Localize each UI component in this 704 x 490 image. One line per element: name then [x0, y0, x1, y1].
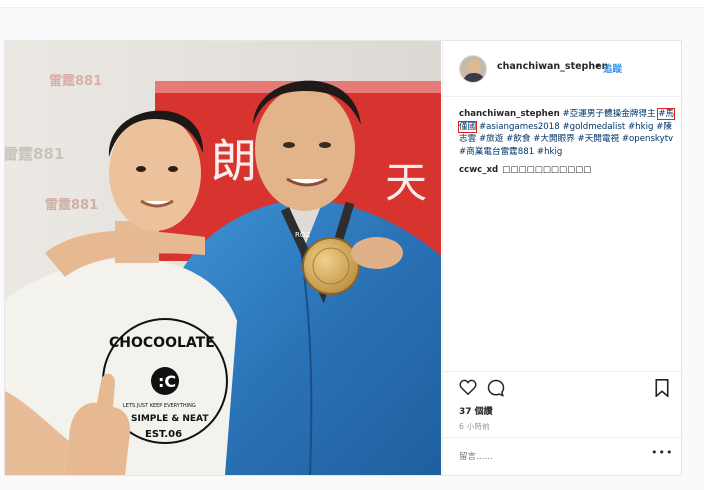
follow-button[interactable]: 追蹤	[603, 61, 622, 75]
more-options-icon[interactable]: •••	[651, 446, 673, 459]
bookmark-icon[interactable]	[655, 379, 669, 401]
gold-medal	[302, 237, 360, 295]
hashtag-link[interactable]: #openskytv	[622, 134, 673, 144]
lanyard-print: ROZ	[295, 231, 310, 239]
shirt-line-3: EST.06	[145, 429, 182, 440]
actions-divider	[443, 371, 683, 372]
comment-author[interactable]: ccwc_xd	[459, 165, 498, 175]
hashtag-link[interactable]: #飲食	[506, 134, 530, 144]
shirt-brand: CHOCOOLATE	[109, 335, 215, 351]
hashtag-link[interactable]: #商業電台雷霆881	[459, 147, 534, 157]
post-timestamp[interactable]: 6 小時前	[459, 421, 490, 432]
heart-icon[interactable]	[459, 379, 477, 399]
shirt-line-1: LETS JUST KEEP EVERYTHING	[123, 403, 196, 409]
hashtag-link[interactable]: #asiangames2018	[479, 122, 560, 132]
instagram-post-page: 雷霆881 雷霆881 雷霆881 朗 天 ROZ:C CHOCOOLATE …	[0, 0, 704, 490]
backdrop-logo-3: 雷霆881	[45, 197, 98, 213]
avatar-body	[463, 73, 485, 82]
post-header: chanchiwan_stephen • 追蹤	[443, 41, 683, 97]
like-count[interactable]: 37 個讚	[459, 404, 493, 417]
person-right-hand	[351, 237, 403, 269]
backdrop-logo-1: 雷霆881	[49, 73, 102, 89]
shirt-line-2: SIMPLE & NEAT	[131, 414, 209, 424]
comment-bar: •••	[443, 437, 683, 475]
comment-text: □□□□□□□□□□□	[502, 165, 592, 175]
comment-item: ccwc_xd □□□□□□□□□□□	[459, 165, 592, 175]
hashtag-link[interactable]: #亞運男子體操金牌得主	[562, 109, 655, 119]
avatar-face	[468, 60, 480, 73]
post-caption: chanchiwan_stephen #亞運男子體操金牌得主 #馬僅國 #asi…	[457, 108, 676, 158]
hashtag-link[interactable]: #hkig	[537, 147, 562, 157]
top-navigation-bar	[0, 0, 704, 8]
photo-illustration: 雷霆881 雷霆881 雷霆881 朗 天 ROZ:C CHOCOOLATE …	[5, 41, 441, 475]
banner-character-2: 天	[385, 158, 427, 207]
comment-bubble-icon[interactable]	[487, 379, 505, 401]
backdrop-logo-2: 雷霆881	[5, 145, 64, 163]
person-right-face	[255, 87, 355, 211]
post-photo[interactable]: 雷霆881 雷霆881 雷霆881 朗 天 ROZ:C CHOCOOLATE …	[5, 41, 441, 475]
post-card: 雷霆881 雷霆881 雷霆881 朗 天 ROZ:C CHOCOOLATE …	[4, 40, 683, 476]
caption-author[interactable]: chanchiwan_stephen	[459, 109, 560, 119]
hashtag-link[interactable]: #旅遊	[479, 134, 503, 144]
svg-text::C: :C	[158, 372, 176, 391]
hashtag-link[interactable]: #goldmedalist	[562, 122, 625, 132]
hashtag-link[interactable]: #大開眼界	[533, 134, 575, 144]
hashtag-link[interactable]: #hkig	[628, 122, 653, 132]
comment-input[interactable]	[459, 450, 639, 464]
author-username[interactable]: chanchiwan_stephen	[497, 61, 608, 72]
header-separator: •	[595, 61, 601, 72]
post-side-panel: chanchiwan_stephen • 追蹤 chanchiwan_steph…	[442, 41, 683, 475]
person-left-face	[109, 115, 201, 231]
banner-character-1: 朗	[211, 134, 257, 188]
hashtag-link[interactable]: #天開電視	[578, 134, 620, 144]
author-avatar[interactable]	[459, 55, 487, 83]
